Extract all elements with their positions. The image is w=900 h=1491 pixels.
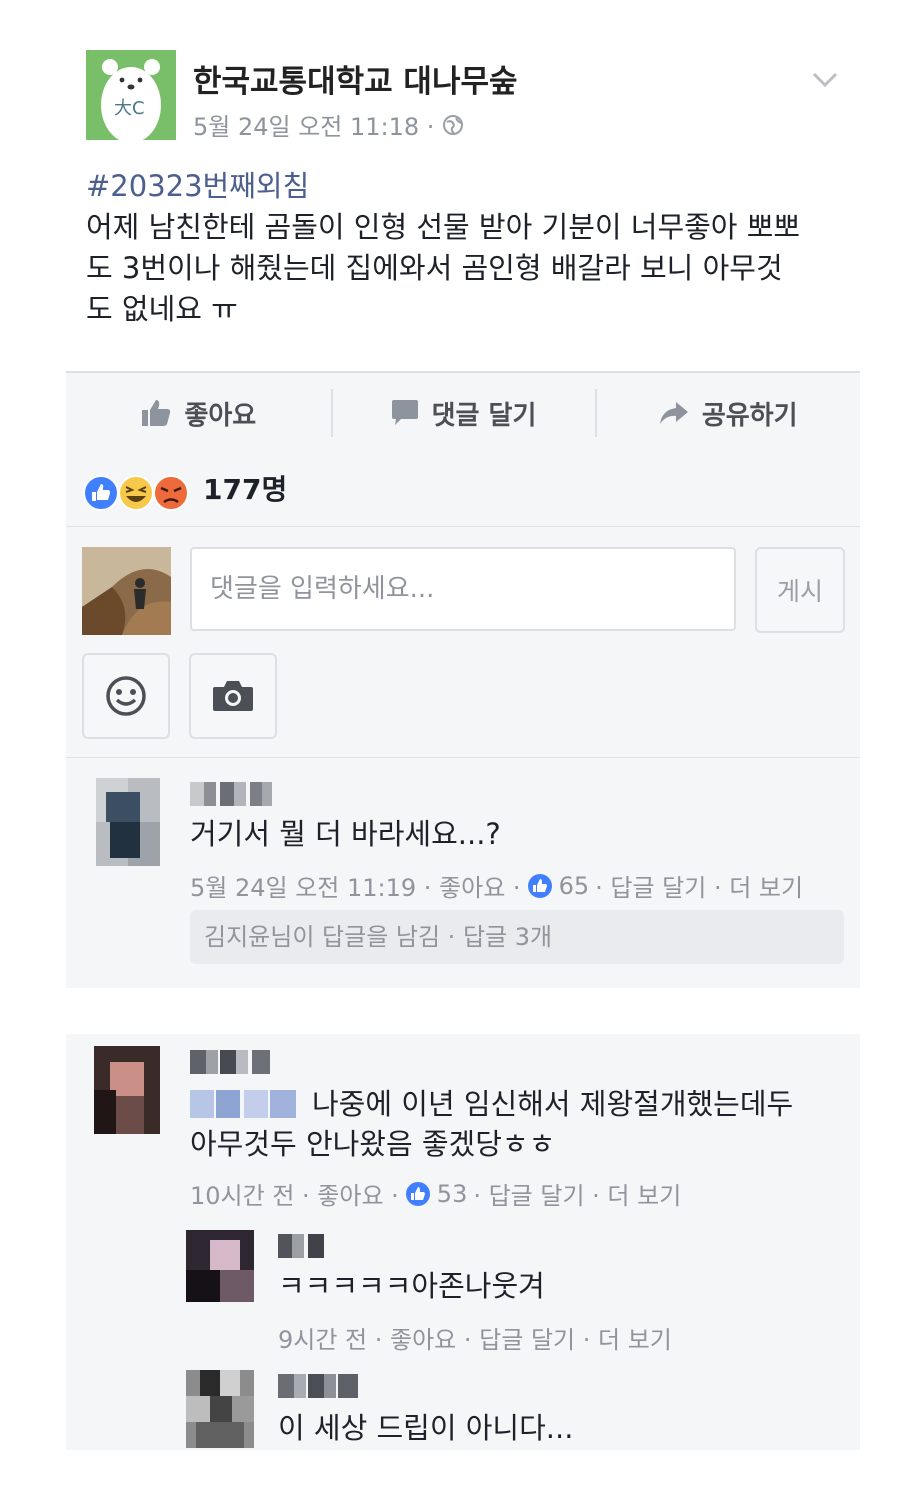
reaction-icons [83, 475, 189, 511]
avatar[interactable] [94, 1046, 160, 1134]
comment-composer: 댓글을 입력하세요... 게시 [66, 527, 860, 758]
thumbs-up-icon [142, 400, 171, 426]
commenter-name[interactable] [190, 1046, 280, 1080]
page-name[interactable]: 한국교통대학교 대나무숲 [193, 56, 518, 101]
photo-button[interactable] [189, 653, 277, 739]
reply-meta[interactable]: 9시간 전 · 좋아요 · 답글 달기 · 더 보기 [278, 1320, 672, 1355]
page-logo[interactable]: 大C [86, 50, 176, 140]
like-button[interactable]: 좋아요 [66, 373, 331, 453]
commenter-name[interactable] [190, 778, 274, 812]
post-text-line: 도 없네요 ㅠ [86, 292, 238, 326]
smiley-icon [106, 676, 146, 716]
comment-meta: 5월 24일 오전 11:19 · 좋아요 · 65 · 답글 달기 · 더 보… [190, 868, 803, 903]
comment-text: 아무것두 안나왔음 좋겠당ㅎㅎ [190, 1127, 556, 1161]
commenter-name[interactable] [278, 1230, 338, 1264]
reaction-count[interactable]: 177명 [203, 468, 287, 508]
reactions-bar[interactable]: 177명 [66, 452, 860, 527]
avatar[interactable] [186, 1370, 254, 1448]
avatar[interactable] [186, 1230, 254, 1302]
reply-summary[interactable]: 김지윤님이 답글을 남김 · 답글 3개 [190, 910, 844, 964]
share-arrow-icon [659, 402, 688, 424]
chevron-down-icon[interactable] [808, 62, 842, 96]
comment-label: 댓글 달기 [431, 400, 537, 431]
like-badge-icon [405, 1181, 430, 1206]
like-badge-icon [527, 873, 552, 898]
share-label: 공유하기 [701, 400, 798, 431]
comment-meta: 10시간 전 · 좋아요 · 53 · 답글 달기 · 더 보기 [190, 1176, 681, 1211]
camera-icon [213, 681, 253, 711]
comment-text: 나중에 이년 임신해서 제왕절개했는데두 [312, 1087, 794, 1121]
commenter-name[interactable] [278, 1370, 364, 1404]
svg-text:大C: 大C [114, 98, 145, 119]
post-body: #20323번째외침 어제 남친한테 곰돌이 인형 선물 받아 기분이 너무좋아… [86, 166, 856, 330]
reply-text: 이 세상 드립이 아니다... [278, 1411, 574, 1445]
globe-icon [443, 114, 464, 135]
comment-bubble-icon [391, 400, 418, 425]
post-text-line: 어제 남친한테 곰돌이 인형 선물 받아 기분이 너무좋아 뽀뽀 [86, 210, 801, 244]
share-button[interactable]: 공유하기 [595, 373, 860, 453]
comment-text: 거기서 뭘 더 바라세요...? [190, 817, 501, 851]
haha-icon [118, 475, 154, 511]
like-count[interactable]: 65 [527, 872, 589, 900]
post-comment-button[interactable]: 게시 [755, 547, 845, 633]
angry-icon [153, 475, 189, 511]
post-timestamp[interactable]: 5월 24일 오전 11:18 · [193, 107, 464, 142]
reply-links[interactable]: · 답글 달기 · 더 보기 [473, 1176, 681, 1211]
comment-time[interactable]: 10시간 전 · 좋아요 · [190, 1176, 399, 1211]
reply-links[interactable]: · 답글 달기 · 더 보기 [595, 868, 803, 903]
emoji-button[interactable] [82, 653, 170, 739]
bear-logo-icon: 大C [86, 50, 176, 140]
avatar [82, 547, 171, 635]
like-icon [83, 475, 119, 511]
comment-button[interactable]: 댓글 달기 [330, 373, 596, 453]
comment-item: 나중에 이년 임신해서 제왕절개했는데두 아무것두 안나왔음 좋겠당ㅎㅎ 10시… [66, 1034, 860, 1450]
timestamp-text: 5월 24일 오전 11:18 · [193, 113, 435, 141]
like-count[interactable]: 53 [405, 1180, 467, 1208]
comment-item: 거기서 뭘 더 바라세요...? 5월 24일 오전 11:19 · 좋아요 ·… [66, 758, 860, 988]
hashtag-link[interactable]: #20323번째외침 [86, 166, 856, 207]
comment-input[interactable]: 댓글을 입력하세요... [190, 547, 736, 631]
comment-time[interactable]: 5월 24일 오전 11:19 · 좋아요 · [190, 868, 521, 903]
reply-text: ㅋㅋㅋㅋㅋ아존나웃겨 [278, 1269, 545, 1303]
post-action-bar: 좋아요 댓글 달기 공유하기 [66, 371, 860, 454]
like-label: 좋아요 [184, 400, 257, 431]
tagged-name[interactable] [190, 1086, 302, 1126]
post-text-line: 도 3번이나 해줬는데 집에와서 곰인형 배갈라 보니 아무것 [86, 251, 783, 285]
avatar[interactable] [96, 778, 160, 866]
